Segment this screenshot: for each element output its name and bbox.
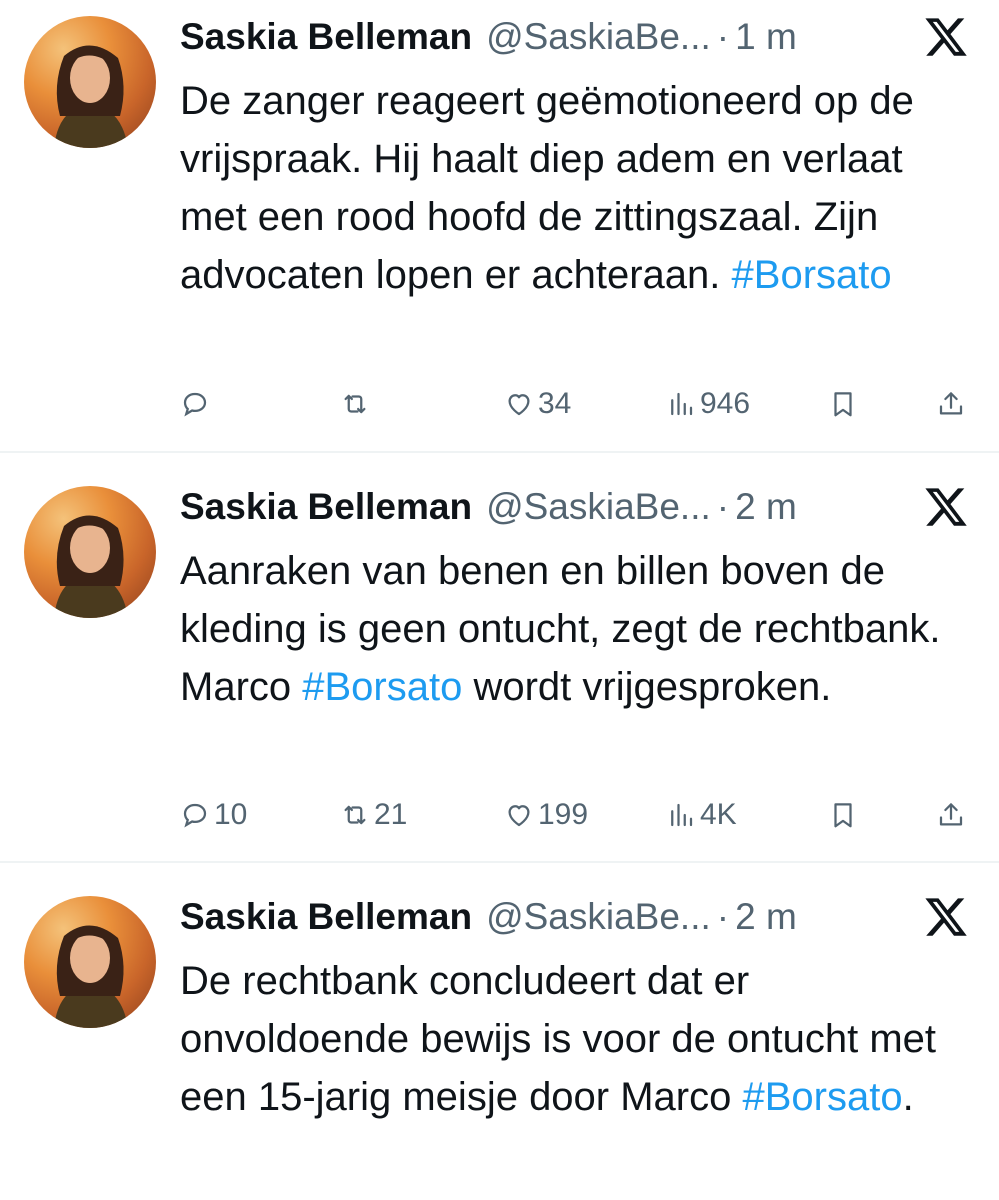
share-button[interactable] — [936, 795, 966, 835]
tweet-text: De zanger reageert geëmotioneerd op de v… — [180, 72, 980, 304]
repost-count: 21 — [374, 798, 408, 831]
heart-icon — [508, 394, 530, 416]
tweet-divider — [0, 451, 999, 453]
bookmark-button[interactable] — [828, 795, 858, 835]
tweet-actions: 10 21 199 4K — [180, 795, 980, 835]
separator-dot: · — [716, 16, 730, 57]
bookmark-icon — [834, 803, 852, 828]
like-count: 34 — [538, 387, 572, 420]
hashtag-link[interactable]: #Borsato — [732, 253, 892, 297]
avatar[interactable] — [24, 896, 156, 1028]
like-button[interactable]: 34 — [504, 384, 571, 424]
tweet-text-part: . — [902, 1075, 914, 1119]
repost-button[interactable]: 21 — [340, 795, 407, 835]
avatar[interactable] — [24, 16, 156, 148]
bookmark-button[interactable] — [828, 384, 858, 424]
reply-icon — [183, 803, 207, 828]
author-handle[interactable]: @SaskiaBe... — [486, 486, 711, 528]
repost-icon — [344, 394, 366, 414]
bookmark-icon — [834, 392, 852, 417]
views-count: 946 — [700, 387, 751, 420]
share-icon — [939, 392, 963, 415]
x-logo-icon — [925, 18, 967, 56]
timestamp[interactable]: 1 m — [735, 16, 797, 58]
views-icon — [671, 392, 693, 416]
avatar-image — [54, 45, 128, 148]
author-name[interactable]: Saskia Belleman — [180, 486, 472, 528]
avatar[interactable] — [24, 486, 156, 618]
timestamp[interactable]: 2 m — [735, 486, 797, 528]
x-logo-icon — [925, 898, 967, 936]
author-handle[interactable]: @SaskiaBe... — [486, 896, 711, 938]
reply-button[interactable]: 10 — [180, 795, 247, 835]
heart-icon — [508, 805, 530, 827]
repost-icon — [344, 805, 366, 825]
views-count: 4K — [700, 798, 737, 831]
tweet-divider — [0, 861, 999, 863]
hashtag-link[interactable]: #Borsato — [302, 665, 462, 709]
tweet-actions: 34 946 — [180, 384, 980, 424]
separator-dot: · — [716, 486, 730, 527]
avatar-image — [54, 925, 128, 1028]
repost-button[interactable] — [340, 384, 374, 424]
hashtag-link[interactable]: #Borsato — [742, 1075, 902, 1119]
like-button[interactable]: 199 — [504, 795, 588, 835]
x-logo-icon — [925, 488, 967, 526]
views-icon — [671, 803, 693, 827]
avatar-image — [54, 515, 128, 618]
like-count: 199 — [538, 798, 589, 831]
timestamp[interactable]: 2 m — [735, 896, 797, 938]
reply-button[interactable] — [180, 384, 214, 424]
reply-count: 10 — [214, 798, 248, 831]
reply-icon — [183, 392, 207, 417]
tweet-text-part: wordt vrijgesproken. — [462, 665, 832, 709]
tweet-text: Aanraken van benen en billen boven de kl… — [180, 542, 980, 716]
author-handle[interactable]: @SaskiaBe... — [486, 16, 711, 58]
author-name[interactable]: Saskia Belleman — [180, 896, 472, 938]
share-icon — [939, 803, 963, 826]
views-button[interactable]: 946 — [666, 384, 750, 424]
views-button[interactable]: 4K — [666, 795, 737, 835]
separator-dot: · — [716, 896, 730, 937]
share-button[interactable] — [936, 384, 966, 424]
tweet-text: De rechtbank concludeert dat er onvoldoe… — [180, 952, 980, 1126]
author-name[interactable]: Saskia Belleman — [180, 16, 472, 58]
